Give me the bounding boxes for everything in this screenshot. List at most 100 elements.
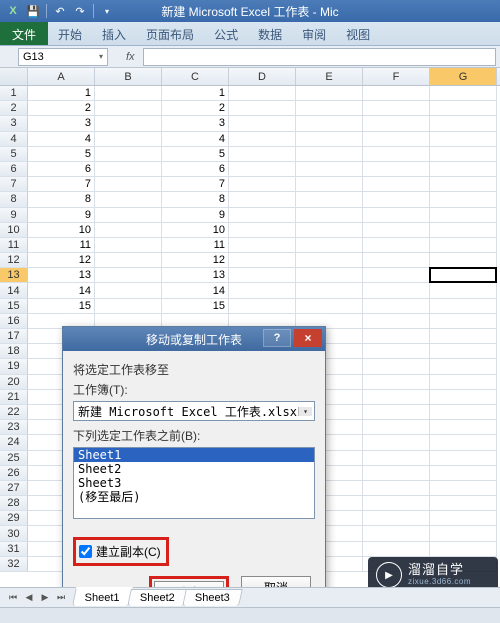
cell[interactable] (229, 101, 296, 116)
row-header[interactable]: 12 (0, 253, 28, 268)
cell[interactable] (229, 283, 296, 298)
cell[interactable]: 8 (28, 192, 95, 207)
column-header-f[interactable]: F (363, 68, 430, 85)
cell[interactable] (430, 162, 497, 177)
cell[interactable] (363, 147, 430, 162)
column-header-d[interactable]: D (229, 68, 296, 85)
cell[interactable] (363, 116, 430, 131)
cell[interactable] (296, 253, 363, 268)
cell[interactable]: 6 (162, 162, 229, 177)
tab-page-layout[interactable]: 页面布局 (136, 22, 204, 45)
cell[interactable] (430, 208, 497, 223)
name-box-dropdown-icon[interactable]: ▾ (99, 52, 103, 61)
cell[interactable] (296, 116, 363, 131)
cell[interactable]: 5 (162, 147, 229, 162)
cell[interactable]: 7 (28, 177, 95, 192)
cell[interactable] (296, 208, 363, 223)
cell[interactable]: 2 (28, 101, 95, 116)
combo-dropdown-icon[interactable]: ▾ (298, 407, 312, 416)
cell[interactable] (363, 208, 430, 223)
row-header[interactable]: 21 (0, 390, 28, 405)
column-header-c[interactable]: C (162, 68, 229, 85)
row-header[interactable]: 13 (0, 268, 28, 283)
cell[interactable] (363, 526, 430, 541)
dialog-titlebar[interactable]: 移动或复制工作表 ? × (63, 327, 325, 351)
row-header[interactable]: 17 (0, 329, 28, 344)
cell[interactable] (363, 192, 430, 207)
cell[interactable]: 15 (28, 299, 95, 314)
row-header[interactable]: 24 (0, 435, 28, 450)
cell[interactable] (363, 299, 430, 314)
cell[interactable] (296, 299, 363, 314)
cell[interactable]: 12 (162, 253, 229, 268)
cell[interactable] (430, 526, 497, 541)
row-header[interactable]: 11 (0, 238, 28, 253)
create-copy-checkbox[interactable] (79, 545, 92, 558)
cell[interactable] (296, 268, 363, 283)
cell[interactable] (229, 132, 296, 147)
listbox-item[interactable]: Sheet3 (74, 476, 314, 490)
row-header[interactable]: 28 (0, 496, 28, 511)
cell[interactable]: 14 (28, 283, 95, 298)
cell[interactable] (95, 177, 162, 192)
row-header[interactable]: 32 (0, 557, 28, 572)
row-header[interactable]: 23 (0, 420, 28, 435)
cell[interactable] (430, 253, 497, 268)
cell[interactable] (430, 344, 497, 359)
undo-icon[interactable]: ↶ (53, 4, 67, 18)
cell[interactable] (296, 283, 363, 298)
cell[interactable] (95, 116, 162, 131)
cell[interactable] (95, 283, 162, 298)
cell[interactable] (296, 223, 363, 238)
cell[interactable] (430, 283, 497, 298)
cell[interactable]: 13 (162, 268, 229, 283)
row-header[interactable]: 25 (0, 451, 28, 466)
cell[interactable] (430, 147, 497, 162)
fx-icon[interactable]: fx (126, 51, 135, 63)
cell[interactable] (430, 466, 497, 481)
row-header[interactable]: 26 (0, 466, 28, 481)
cell[interactable] (95, 162, 162, 177)
sheet-listbox[interactable]: Sheet1Sheet2Sheet3(移至最后) (73, 447, 315, 519)
cell[interactable] (363, 223, 430, 238)
cell[interactable] (363, 542, 430, 557)
cell[interactable]: 1 (162, 86, 229, 101)
column-header-b[interactable]: B (95, 68, 162, 85)
cell[interactable]: 14 (162, 283, 229, 298)
row-header[interactable]: 19 (0, 359, 28, 374)
cell[interactable] (363, 268, 430, 283)
qat-dropdown-icon[interactable]: ▾ (100, 4, 114, 18)
cell[interactable]: 9 (162, 208, 229, 223)
cell[interactable] (430, 86, 497, 101)
cell[interactable] (296, 192, 363, 207)
workbook-combo[interactable]: 新建 Microsoft Excel 工作表.xlsx ▾ (73, 401, 315, 421)
cell[interactable] (95, 101, 162, 116)
cell[interactable] (229, 86, 296, 101)
cell[interactable]: 1 (28, 86, 95, 101)
row-header[interactable]: 8 (0, 192, 28, 207)
cell[interactable] (430, 268, 497, 283)
cell[interactable] (95, 86, 162, 101)
sheet-nav-button[interactable]: ▶ (38, 592, 52, 603)
cell[interactable] (363, 420, 430, 435)
cell[interactable] (430, 420, 497, 435)
tab-home[interactable]: 开始 (48, 22, 92, 45)
row-header[interactable]: 27 (0, 481, 28, 496)
row-header[interactable]: 2 (0, 101, 28, 116)
cell[interactable] (363, 162, 430, 177)
cell[interactable]: 4 (28, 132, 95, 147)
cell[interactable] (229, 253, 296, 268)
row-header[interactable]: 29 (0, 511, 28, 526)
cell[interactable] (229, 208, 296, 223)
cell[interactable] (363, 238, 430, 253)
cell[interactable]: 5 (28, 147, 95, 162)
cell[interactable] (95, 299, 162, 314)
cell[interactable] (430, 496, 497, 511)
cell[interactable] (363, 344, 430, 359)
redo-icon[interactable]: ↷ (73, 4, 87, 18)
cell[interactable] (229, 299, 296, 314)
cell[interactable] (363, 390, 430, 405)
cell[interactable] (430, 192, 497, 207)
cell[interactable] (430, 329, 497, 344)
cell[interactable] (430, 299, 497, 314)
